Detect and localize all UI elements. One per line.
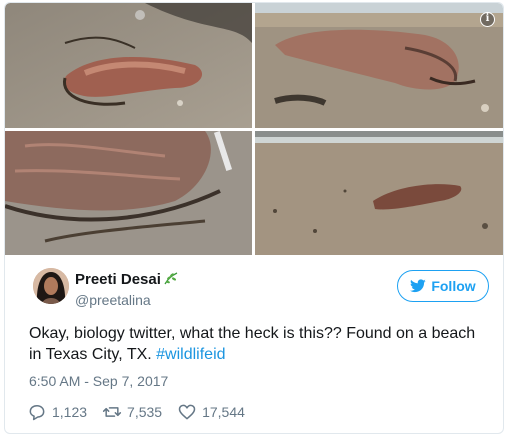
tweet-timestamp[interactable]: 6:50 AM - Sep 7, 2017 (29, 373, 168, 389)
retweet-icon (102, 407, 122, 417)
heart-icon (178, 404, 196, 420)
tweet-photo-3[interactable] (5, 131, 252, 255)
tweet-photo-2[interactable]: i (255, 3, 503, 128)
reply-icon (29, 405, 45, 421)
tweet-author: Preeti Desai @preetalina Follow (29, 268, 489, 316)
handle[interactable]: @preetalina (75, 292, 151, 308)
tweet-card: i Preeti Desai @preetalina Follow Okay, … (4, 2, 504, 434)
display-name[interactable]: Preeti Desai (75, 271, 179, 288)
tweet-text: Okay, biology twitter, what the heck is … (29, 323, 489, 365)
like-action[interactable]: 17,544 (177, 402, 245, 422)
reply-action[interactable]: 1,123 (27, 402, 87, 422)
reply-count: 1,123 (52, 404, 88, 420)
tweet-media-grid: i (5, 3, 503, 255)
twitter-bird-icon (410, 279, 427, 293)
leaf-icon (163, 271, 179, 285)
like-count: 17,544 (202, 404, 245, 420)
retweet-count: 7,535 (127, 404, 163, 420)
tweet-actions: 1,123 7,535 17,544 (27, 400, 260, 424)
follow-label: Follow (431, 278, 476, 294)
hashtag-link[interactable]: #wildlifeid (156, 346, 225, 363)
follow-button[interactable]: Follow (397, 270, 489, 302)
tweet-photo-1[interactable] (5, 3, 252, 128)
avatar[interactable] (33, 268, 69, 304)
tweet-photo-4[interactable] (255, 131, 503, 255)
info-icon[interactable]: i (480, 12, 495, 27)
tweet-text-body: Okay, biology twitter, what the heck is … (29, 325, 476, 363)
retweet-action[interactable]: 7,535 (102, 402, 162, 422)
display-name-text: Preeti Desai (75, 271, 161, 288)
